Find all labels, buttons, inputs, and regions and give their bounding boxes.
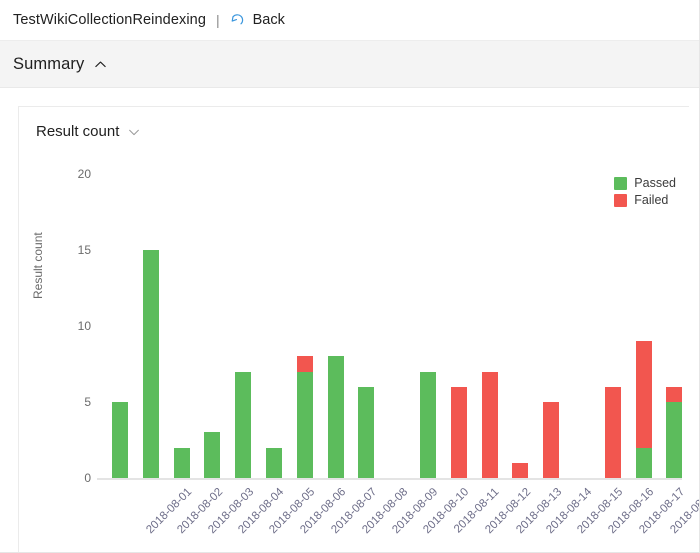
summary-section-header[interactable]: Summary [0, 41, 699, 88]
result-summary-page: TestWikiCollectionReindexing | Back Summ… [0, 0, 700, 553]
back-label: Back [252, 12, 285, 28]
page-title: TestWikiCollectionReindexing [13, 12, 206, 28]
chart-plot-area: Result count 0 5 10 15 20 2018-08-01 2018-08-… [19, 107, 699, 552]
chevron-up-icon[interactable] [93, 57, 108, 72]
chart-panel: Result count Passed Failed Result count 0… [18, 106, 699, 552]
undo-arrow-icon [229, 12, 246, 29]
x-axis-labels: 2018-08-01 2018-08-02 2018-08-03 2018-08-04… [19, 107, 699, 552]
back-button[interactable]: Back [229, 12, 285, 29]
header-separator: | [216, 12, 220, 28]
summary-label: Summary [13, 54, 85, 73]
page-header: TestWikiCollectionReindexing | Back [0, 0, 699, 41]
